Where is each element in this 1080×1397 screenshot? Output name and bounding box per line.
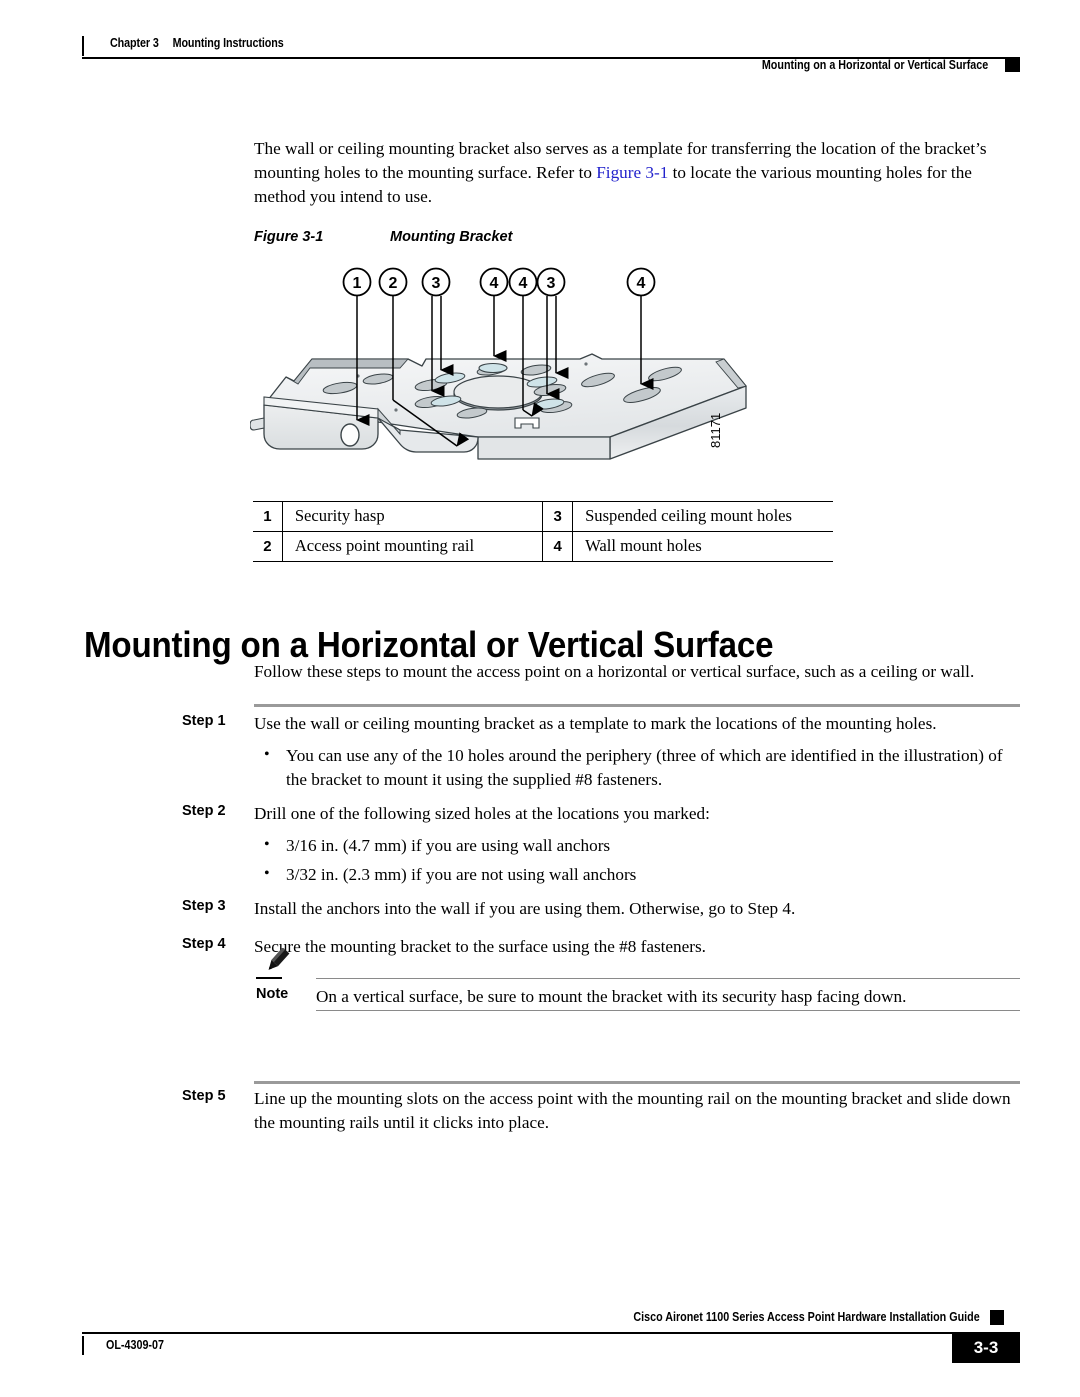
note-rule-top bbox=[316, 978, 1020, 980]
procedure-steps: Step 1 Use the wall or ceiling mounting … bbox=[182, 712, 1022, 1141]
footer-guide-title: Cisco Aironet 1100 Series Access Point H… bbox=[633, 1310, 980, 1324]
legend-text-3: Suspended ceiling mount holes bbox=[572, 501, 833, 532]
header-running-head: Mounting on a Horizontal or Vertical Sur… bbox=[761, 58, 988, 72]
svg-text:4: 4 bbox=[519, 275, 528, 292]
step-4-label: Step 4 bbox=[182, 936, 226, 952]
legend-text-4: Wall mount holes bbox=[572, 531, 833, 562]
intro-paragraph: The wall or ceiling mounting bracket als… bbox=[254, 137, 1020, 210]
step-3-label: Step 3 bbox=[182, 898, 226, 914]
header-chapter-label: Chapter 3 bbox=[110, 36, 159, 50]
step-5-text: Line up the mounting slots on the access… bbox=[254, 1089, 1011, 1132]
footer-document-id: OL-4309-07 bbox=[106, 1338, 164, 1352]
mounting-bracket-illustration: 1 2 3 4 4 3 4 81171 bbox=[249, 258, 780, 488]
legend-num-4: 4 bbox=[542, 531, 574, 562]
section-intro-text: Follow these steps to mount the access p… bbox=[254, 662, 975, 681]
footer-left-tick bbox=[82, 1336, 84, 1355]
mounting-bracket-svg: 1 2 3 4 4 3 4 81171 bbox=[249, 267, 747, 460]
figure-callout-group: 1 2 3 4 4 3 4 bbox=[342, 267, 656, 297]
table-row: 2 Access point mounting rail 4 Wall moun… bbox=[253, 531, 833, 562]
footer-page-number: 3-3 bbox=[952, 1333, 1020, 1363]
step-2-text: Drill one of the following sized holes a… bbox=[254, 804, 710, 823]
header-chapter: Chapter 3 Mounting Instructions bbox=[110, 36, 284, 50]
step-2: Step 2 Drill one of the following sized … bbox=[182, 802, 1022, 826]
legend-num-3: 3 bbox=[542, 501, 574, 532]
step-4-text: Secure the mounting bracket to the surfa… bbox=[254, 937, 706, 956]
note-text: On a vertical surface, be sure to mount … bbox=[316, 987, 907, 1006]
svg-text:2: 2 bbox=[389, 275, 398, 292]
step-3-text: Install the anchors into the wall if you… bbox=[254, 899, 796, 918]
list-item: 3/16 in. (4.7 mm) if you are using wall … bbox=[262, 833, 1022, 858]
step-1-text: Use the wall or ceiling mounting bracket… bbox=[254, 714, 937, 733]
note-rule-bottom bbox=[316, 1010, 1020, 1012]
step-2-bullets: 3/16 in. (4.7 mm) if you are using wall … bbox=[182, 833, 1022, 887]
figure-legend-table: 1 Security hasp 3 Suspended ceiling moun… bbox=[253, 501, 833, 562]
step-1-bullets: You can use any of the 10 holes around t… bbox=[182, 743, 1022, 792]
header-chapter-title: Mounting Instructions bbox=[172, 36, 284, 50]
procedure-rule-top bbox=[254, 704, 1020, 707]
svg-text:4: 4 bbox=[637, 275, 646, 292]
table-row: 1 Security hasp 3 Suspended ceiling moun… bbox=[253, 501, 833, 532]
procedure-rule-bottom bbox=[254, 1081, 1020, 1084]
legend-text-1: Security hasp bbox=[282, 501, 543, 532]
step-5-label: Step 5 bbox=[182, 1088, 226, 1104]
header-square-marker bbox=[1005, 57, 1020, 72]
figure-caption-title: Mounting Bracket bbox=[390, 229, 513, 245]
step-2-label: Step 2 bbox=[182, 803, 226, 819]
running-header: Chapter 3 Mounting Instructions Mounting … bbox=[82, 30, 1020, 82]
document-page: Chapter 3 Mounting Instructions Mounting … bbox=[0, 0, 1080, 1397]
note-icon-underline bbox=[256, 977, 282, 979]
note-label: Note bbox=[256, 986, 289, 1002]
step-5: Step 5 Line up the mounting slots on the… bbox=[182, 1087, 1022, 1135]
legend-num-1: 1 bbox=[253, 501, 283, 532]
figure-artwork-id: 81171 bbox=[708, 413, 723, 448]
list-item: 3/32 in. (2.3 mm) if you are not using w… bbox=[262, 862, 1022, 887]
header-left-tick bbox=[82, 36, 84, 56]
footer-square-marker bbox=[990, 1310, 1004, 1325]
running-footer: Cisco Aironet 1100 Series Access Point H… bbox=[82, 1310, 1020, 1370]
step-3: Step 3 Install the anchors into the wall… bbox=[182, 897, 1022, 921]
svg-text:3: 3 bbox=[432, 275, 441, 292]
svg-text:4: 4 bbox=[490, 275, 499, 292]
list-item: You can use any of the 10 holes around t… bbox=[262, 743, 1022, 792]
figure-caption-number: Figure 3-1 bbox=[254, 229, 324, 245]
figure-cross-reference-link[interactable]: Figure 3-1 bbox=[596, 163, 668, 182]
legend-num-2: 2 bbox=[253, 531, 283, 562]
step-1-label: Step 1 bbox=[182, 713, 226, 729]
svg-text:1: 1 bbox=[353, 275, 362, 292]
figure-caption: Figure 3-1 Mounting Bracket bbox=[254, 229, 512, 245]
intro-paragraph-block: The wall or ceiling mounting bracket als… bbox=[254, 137, 1020, 210]
legend-text-2: Access point mounting rail bbox=[282, 531, 543, 562]
footer-rule bbox=[82, 1332, 1020, 1334]
pencil-icon bbox=[258, 947, 292, 978]
step-1: Step 1 Use the wall or ceiling mounting … bbox=[182, 712, 1022, 736]
step-4: Step 4 Secure the mounting bracket to th… bbox=[182, 935, 1022, 959]
bracket-body bbox=[249, 353, 747, 460]
svg-text:3: 3 bbox=[547, 275, 556, 292]
